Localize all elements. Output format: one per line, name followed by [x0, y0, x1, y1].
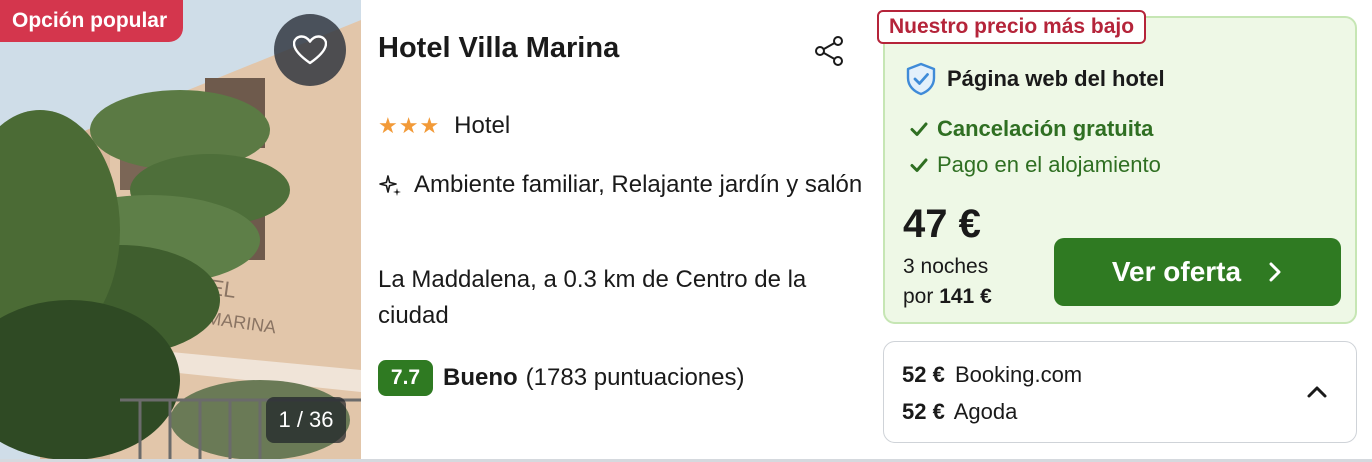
total-prefix: por	[903, 285, 934, 308]
hotel-info: Hotel Villa Marina ★★★ Hotel Ambiente fa…	[378, 0, 868, 462]
other-offer-row[interactable]: 52 € Booking.com	[902, 362, 1082, 388]
lowest-price-badge: Nuestro precio más bajo	[877, 10, 1147, 44]
other-offer-provider: Booking.com	[954, 362, 1083, 387]
review-count: (1783 puntuaciones)	[525, 364, 745, 391]
check-icon	[910, 158, 928, 172]
hotel-name[interactable]: Hotel Villa Marina	[378, 32, 619, 65]
share-icon	[815, 36, 843, 66]
features-row: Ambiente familiar, Relajante jardín y sa…	[378, 168, 868, 202]
chevron-right-icon	[1269, 262, 1281, 282]
popular-badge: Opción popular	[0, 0, 184, 42]
total-price: 141 €	[939, 285, 992, 308]
accommodation-type: Hotel	[454, 112, 511, 139]
sparkle-icon	[379, 175, 401, 196]
stay-total: 3 noches por 141 €	[903, 252, 992, 312]
collapse-offers-button[interactable]	[1302, 380, 1332, 404]
nights-count: 3 noches	[903, 255, 989, 278]
best-offer-card[interactable]: Página web del hotel Cancelación gratuit…	[883, 16, 1357, 324]
perk-pay-at-property: Pago en el alojamiento	[909, 152, 1161, 178]
perk-label: Pago en el alojamiento	[937, 152, 1161, 177]
other-offer-price: 52 €	[902, 362, 945, 387]
hotel-location: La Maddalena, a 0.3 km de Centro de la c…	[378, 266, 807, 329]
other-offer-price: 52 €	[902, 399, 945, 424]
shield-check-icon	[906, 62, 936, 96]
photo-counter: 1 / 36	[266, 397, 346, 443]
perk-free-cancellation: Cancelación gratuita	[909, 116, 1153, 142]
hotel-class: ★★★ Hotel	[378, 112, 510, 140]
hotel-photo[interactable]: OTEL LA MARINA Opción popular 1 / 36	[0, 0, 361, 462]
provider-name: Página web del hotel	[947, 66, 1165, 91]
view-offer-label: Ver oferta	[1111, 256, 1242, 287]
review-summary[interactable]: 7.7 Bueno (1783 puntuaciones)	[378, 360, 745, 396]
perk-label: Cancelación gratuita	[937, 116, 1154, 141]
hotel-features: Ambiente familiar, Relajante jardín y sa…	[414, 171, 863, 198]
review-label: Bueno	[443, 364, 518, 391]
other-offers[interactable]: 52 € Booking.com 52 € Agoda	[883, 341, 1357, 443]
other-offer-row[interactable]: 52 € Agoda	[902, 399, 1017, 425]
offer-provider: Página web del hotel	[905, 62, 1165, 96]
share-button[interactable]	[812, 34, 846, 68]
view-offer-button[interactable]: Ver oferta	[1054, 238, 1341, 306]
chevron-up-icon	[1307, 386, 1327, 398]
favorite-button[interactable]	[274, 14, 346, 86]
other-offer-provider: Agoda	[953, 399, 1018, 424]
heart-icon	[293, 35, 327, 65]
star-rating: ★★★	[378, 113, 441, 138]
nightly-price: 47 €	[903, 202, 981, 246]
check-icon	[910, 122, 928, 136]
review-score: 7.7	[378, 360, 433, 396]
